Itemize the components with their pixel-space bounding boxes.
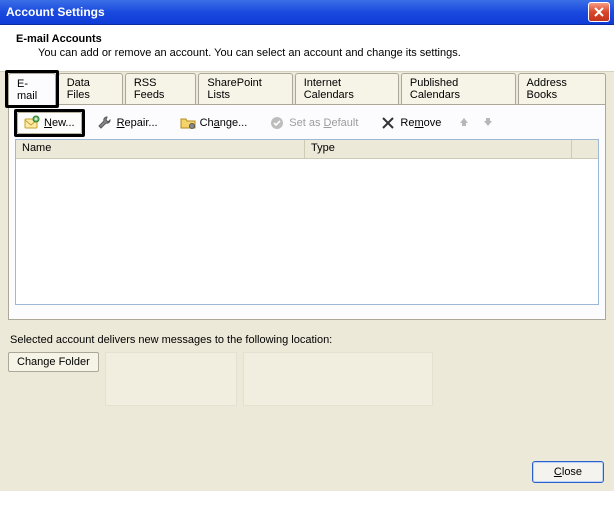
header-subtitle: You can add or remove an account. You ca…	[38, 47, 604, 59]
tab-internet-calendars[interactable]: Internet Calendars	[295, 73, 399, 104]
tab-label: Address Books	[527, 77, 567, 101]
tab-sharepoint-lists[interactable]: SharePoint Lists	[198, 73, 292, 104]
button-label: Repair...	[117, 117, 158, 129]
repair-button[interactable]: Repair...	[90, 112, 165, 134]
column-type[interactable]: Type	[305, 140, 572, 158]
delivery-location-row: Change Folder	[8, 352, 606, 406]
folder-path-box-2	[243, 352, 433, 406]
wrench-icon	[97, 115, 113, 131]
column-name[interactable]: Name	[16, 140, 305, 158]
arrow-down-icon	[482, 116, 494, 128]
body-panel: E-mail Data Files RSS Feeds SharePoint L…	[0, 71, 614, 491]
new-button[interactable]: New...	[17, 112, 82, 134]
button-label: Remove	[400, 117, 441, 129]
delivery-location-label: Selected account delivers new messages t…	[10, 334, 606, 346]
tab-email[interactable]: E-mail	[8, 73, 56, 105]
list-header: Name Type	[16, 140, 598, 159]
tab-label: Internet Calendars	[304, 77, 354, 101]
tab-label: Data Files	[67, 77, 90, 101]
window-title: Account Settings	[6, 5, 588, 19]
window-close-button[interactable]	[588, 2, 610, 22]
tutorial-highlight	[5, 70, 59, 108]
change-button[interactable]: Change...	[173, 112, 255, 134]
folder-gear-icon	[180, 115, 196, 131]
tab-rss-feeds[interactable]: RSS Feeds	[125, 73, 197, 104]
client-area: E-mail Accounts You can add or remove an…	[0, 25, 614, 509]
tab-label: SharePoint Lists	[207, 77, 261, 101]
mail-new-icon	[24, 115, 40, 131]
tab-published-calendars[interactable]: Published Calendars	[401, 73, 516, 104]
close-button[interactable]: Close	[532, 461, 604, 483]
delete-x-icon	[380, 115, 396, 131]
arrow-up-icon	[458, 116, 470, 128]
header-title: E-mail Accounts	[16, 33, 604, 45]
move-up-button	[456, 116, 472, 131]
move-down-button	[480, 116, 496, 131]
tab-label: E-mail	[17, 78, 37, 102]
tab-data-files[interactable]: Data Files	[58, 73, 123, 104]
tab-label: Published Calendars	[410, 77, 460, 101]
close-accel: C	[554, 466, 562, 478]
tab-address-books[interactable]: Address Books	[518, 73, 606, 104]
titlebar: Account Settings	[0, 0, 614, 25]
tab-label: RSS Feeds	[134, 77, 165, 101]
tab-strip: E-mail Data Files RSS Feeds SharePoint L…	[8, 82, 606, 104]
button-label: Set as Default	[289, 117, 358, 129]
dialog-footer: Close	[532, 461, 604, 483]
header: E-mail Accounts You can add or remove an…	[0, 25, 614, 71]
remove-button[interactable]: Remove	[373, 112, 448, 134]
column-spacer	[572, 140, 598, 158]
button-label: Change...	[200, 117, 248, 129]
toolbar: New... Repair...	[15, 111, 599, 135]
change-folder-button[interactable]: Change Folder	[8, 352, 99, 372]
folder-path-box-1	[105, 352, 237, 406]
button-label: New...	[44, 117, 75, 129]
tab-page-email: New... Repair...	[8, 104, 606, 320]
accounts-list[interactable]: Name Type	[15, 139, 599, 305]
set-default-button: Set as Default	[262, 112, 365, 134]
check-circle-icon	[269, 115, 285, 131]
close-icon	[594, 7, 604, 17]
